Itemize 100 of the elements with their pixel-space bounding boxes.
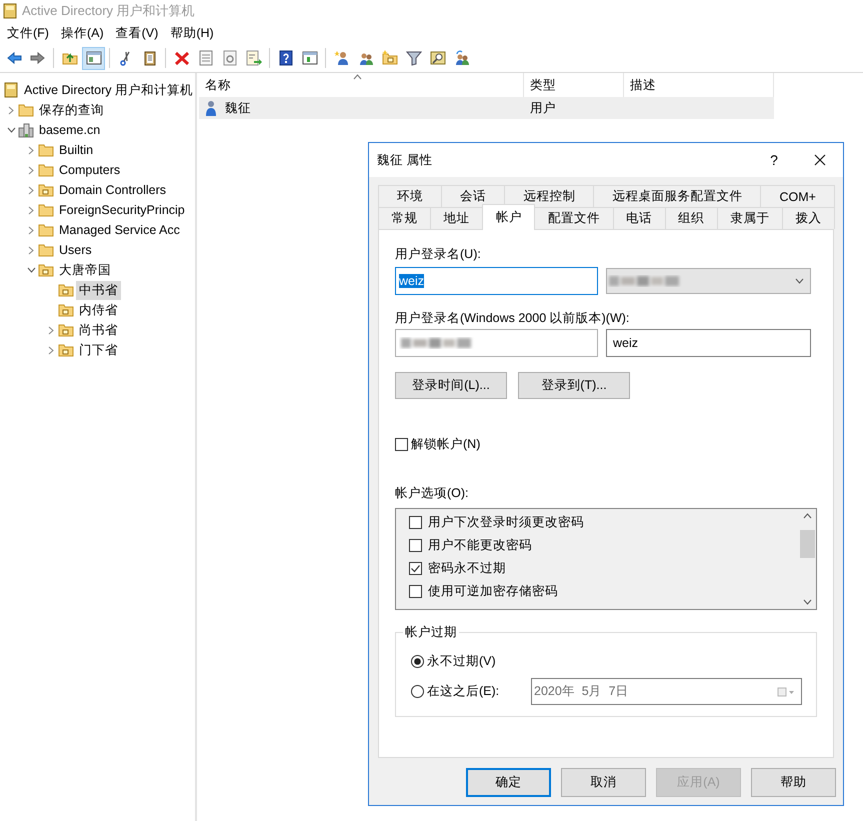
filter-icon [406, 50, 422, 66]
tab[interactable]: COM+ [760, 185, 836, 207]
checkbox-icon[interactable] [409, 539, 422, 552]
tree-item[interactable]: 内侍省 [76, 300, 121, 320]
find-icon [430, 50, 446, 66]
tree-item[interactable]: ForeignSecurityPrincip [56, 202, 188, 218]
back-arrow-icon [6, 50, 22, 66]
radio-icon[interactable] [411, 685, 424, 698]
tab[interactable]: 环境 [378, 185, 442, 207]
input-field[interactable]: weiz [606, 329, 811, 357]
expand-chevron-icon[interactable] [48, 326, 54, 334]
dialog-button[interactable]: 确定 [466, 768, 551, 797]
add-to-group-icon [454, 50, 470, 66]
collapse-chevron-icon[interactable] [26, 267, 36, 273]
tree-item[interactable]: 门下省 [76, 340, 121, 360]
expand-chevron-icon[interactable] [28, 186, 34, 194]
checkbox-icon[interactable] [409, 585, 422, 598]
snapin-icon [3, 82, 19, 98]
console-tree-icon [86, 50, 102, 66]
forward-arrow-icon [30, 50, 46, 66]
menu-item[interactable]: 查看(V) [110, 22, 164, 44]
radio-selected-icon[interactable] [411, 655, 424, 668]
folder-icon [38, 162, 54, 178]
list-row[interactable]: 魏征 用户 [199, 97, 774, 119]
folder-icon [58, 282, 74, 298]
pane-icon [302, 50, 318, 66]
tree-item[interactable]: Domain Controllers [56, 182, 169, 198]
table-cell-text: 用户 [529, 100, 557, 116]
tab[interactable]: 帐户 [482, 204, 536, 230]
folder-icon [58, 342, 74, 358]
user-icon [205, 100, 217, 116]
tree-item[interactable]: Managed Service Acc [56, 222, 183, 238]
checkbox-checked-icon[interactable] [409, 562, 422, 575]
field-label: 帐户选项(O): [395, 485, 470, 502]
delete-icon [174, 50, 190, 66]
unlock-checkbox[interactable]: 解锁帐户(N) [395, 436, 817, 453]
expand-chevron-icon[interactable] [28, 166, 34, 174]
close-icon [814, 154, 826, 166]
tree-item[interactable]: 大唐帝国 [56, 260, 114, 280]
option-checkbox[interactable]: 密码永不过期 [409, 560, 799, 577]
dialog-title: 魏征 属性 [377, 152, 434, 168]
tab[interactable]: 常规 [378, 207, 432, 229]
scroll-up-icon[interactable] [803, 513, 812, 519]
logon-button[interactable]: 登录时间(L)... [395, 372, 507, 399]
folder-icon [38, 262, 54, 278]
tree-item[interactable]: 中书省 [76, 280, 121, 300]
option-checkbox[interactable]: 使用可逆加密存储密码 [409, 583, 799, 600]
folder-up-icon [62, 50, 78, 66]
checkbox-icon[interactable] [395, 438, 408, 451]
expand-chevron-icon[interactable] [28, 206, 34, 214]
tree-item[interactable]: Active Directory 用户和计算机 [21, 80, 195, 100]
menu-item[interactable]: 帮助(H) [164, 22, 220, 44]
domain-icon [18, 122, 34, 138]
collapse-chevron-icon[interactable] [6, 127, 16, 133]
expand-chevron-icon[interactable] [48, 346, 54, 354]
expand-chevron-icon[interactable] [8, 106, 14, 114]
tree-item[interactable]: Builtin [56, 142, 96, 158]
window-title: Active Directory 用户和计算机 [22, 2, 195, 20]
folder-icon [38, 202, 54, 218]
tree-item[interactable]: Users [56, 242, 95, 258]
group-title: 帐户过期 [403, 624, 459, 641]
logon-button[interactable]: 登录到(T)... [518, 372, 630, 399]
help-button[interactable]: ? [751, 152, 797, 168]
export-icon [246, 50, 262, 66]
menu-item[interactable]: 操作(A) [54, 22, 110, 44]
folder-icon [58, 322, 74, 338]
folder-icon [38, 142, 54, 158]
expand-chevron-icon[interactable] [28, 246, 34, 254]
tab[interactable]: 拨入 [782, 207, 835, 229]
dialog-button[interactable]: 取消 [561, 768, 646, 797]
expand-chevron-icon[interactable] [28, 226, 34, 234]
tree-item[interactable]: 保存的查询 [36, 100, 107, 120]
tree-item[interactable]: 尚书省 [76, 320, 121, 340]
tree-item[interactable]: Computers [56, 162, 124, 178]
dialog-button[interactable]: 帮助 [751, 768, 836, 797]
calendar-icon [777, 686, 795, 696]
scroll-down-icon[interactable] [803, 599, 812, 605]
folder-icon [18, 102, 34, 118]
input-field[interactable]: weiz [395, 267, 598, 295]
folder-icon [38, 222, 54, 238]
field-label: 用户登录名(U): [395, 246, 482, 263]
tree-item[interactable]: baseme.cn [36, 122, 104, 138]
help-icon [278, 50, 294, 66]
menu-item[interactable]: 文件(F) [1, 22, 55, 44]
table-cell-text: 魏征 [224, 100, 251, 116]
radio-option[interactable]: 永不过期(V) [411, 653, 496, 670]
expand-chevron-icon[interactable] [28, 146, 34, 154]
option-checkbox[interactable]: 用户下次登录时须更改密码 [409, 514, 799, 531]
properties-icon [198, 50, 214, 66]
app-icon [3, 3, 17, 19]
clipboard-icon [142, 50, 158, 66]
new-folder-icon [382, 50, 398, 66]
radio-option[interactable]: 在这之后(E): [411, 683, 500, 700]
folder-icon [58, 302, 74, 318]
checkbox-icon[interactable] [409, 516, 422, 529]
console-tree-button[interactable] [82, 46, 105, 70]
scrollbar-thumb[interactable] [800, 530, 815, 558]
refresh-icon [222, 50, 238, 66]
folder-icon [38, 182, 54, 198]
option-checkbox[interactable]: 用户不能更改密码 [409, 537, 799, 554]
